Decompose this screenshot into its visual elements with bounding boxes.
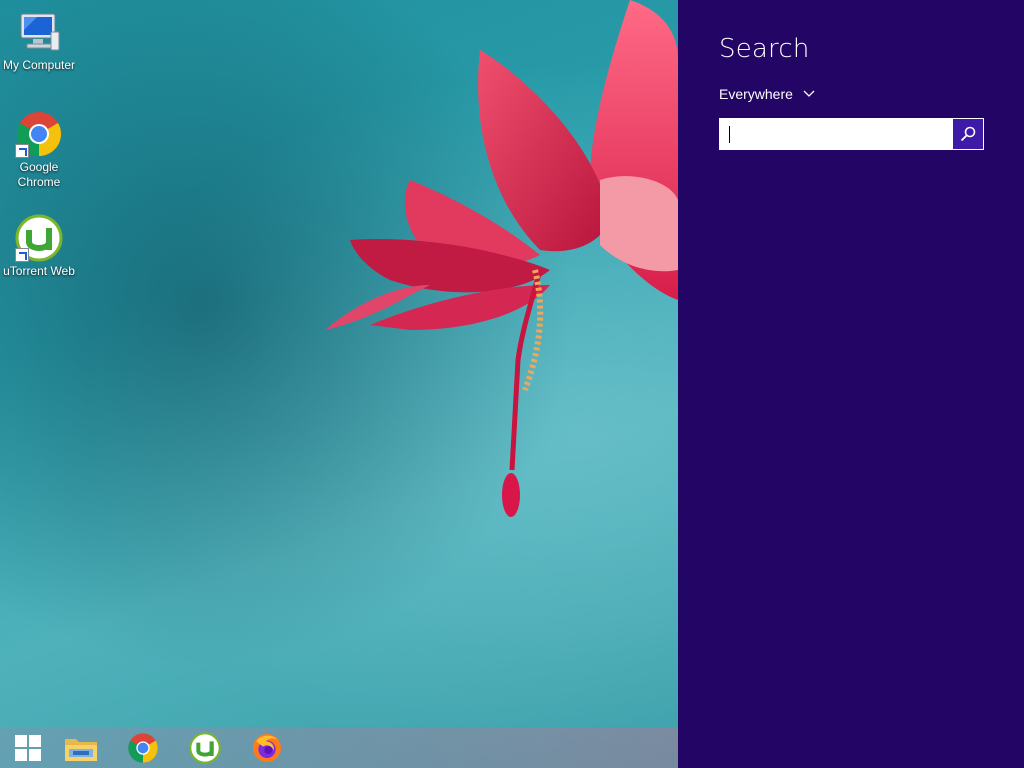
taskbar-utorrent[interactable] [177, 728, 233, 768]
search-charm-panel: Search Everywhere [678, 0, 1024, 768]
desktop-icon-google-chrome[interactable]: Google Chrome [0, 110, 79, 190]
text-caret [729, 126, 730, 143]
desktop-icon-label: uTorrent Web [3, 264, 75, 278]
taskbar [0, 728, 678, 768]
my-computer-icon [15, 8, 63, 56]
taskbar-chrome[interactable] [115, 728, 171, 768]
windows-start-icon [15, 735, 41, 761]
search-input[interactable] [720, 119, 954, 149]
search-box [719, 118, 984, 150]
chrome-icon [15, 110, 63, 158]
utorrent-icon [189, 732, 221, 764]
desktop-icon-my-computer[interactable]: My Computer [0, 8, 79, 73]
search-icon [960, 126, 976, 142]
chevron-down-icon [803, 90, 815, 97]
search-button[interactable] [953, 119, 983, 149]
desktop-icon-label: Google Chrome [17, 160, 61, 189]
file-explorer-icon [65, 739, 97, 761]
search-scope-label: Everywhere [719, 86, 793, 102]
search-charm-title: Search [719, 34, 810, 64]
start-button[interactable] [0, 728, 56, 768]
search-scope-dropdown[interactable]: Everywhere [719, 86, 815, 102]
chrome-icon [128, 733, 158, 763]
flower-wallpaper-art [325, 0, 678, 517]
taskbar-file-explorer[interactable] [53, 728, 109, 768]
desktop-icon-label: My Computer [2, 58, 76, 72]
desktop-wallpaper: My Computer Google Chrome uTorrent Web [0, 0, 678, 768]
taskbar-firefox[interactable] [239, 728, 295, 768]
desktop-icon-utorrent-web[interactable]: uTorrent Web [0, 214, 79, 279]
utorrent-icon [15, 214, 63, 262]
firefox-icon [253, 734, 281, 762]
shortcut-arrow-icon [15, 248, 29, 262]
shortcut-arrow-icon [15, 144, 29, 158]
